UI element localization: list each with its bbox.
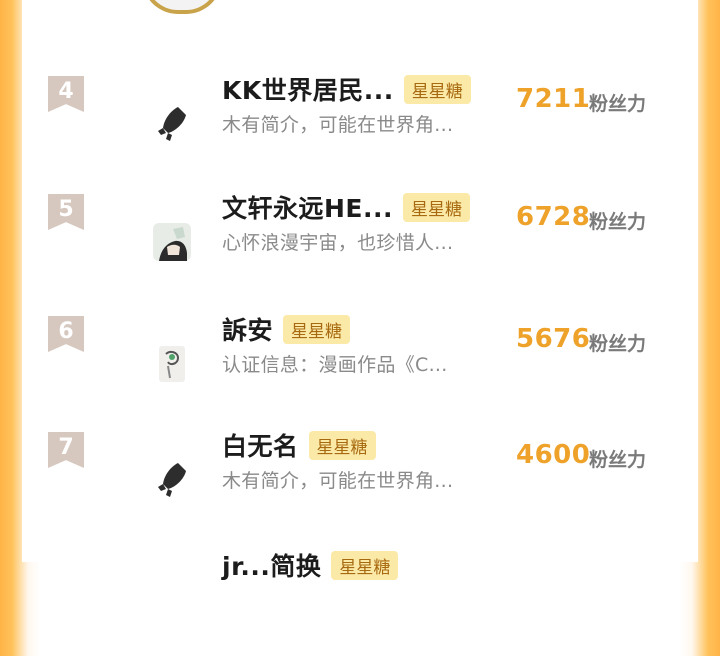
fan-power-score: 4600 [516, 440, 591, 470]
name-line: KK世界居民... 星星糖 [222, 70, 471, 108]
fan-power-label: 粉丝力 [589, 333, 647, 355]
fan-power-score: 6728 [516, 202, 591, 232]
user-description: 心怀浪漫宇宙，也珍惜人... [222, 232, 454, 254]
anime-character-icon [153, 223, 191, 261]
ranking-panel: 4 KK世界居民... 星星糖 木有简介，可能在世界角... 7211 粉丝力 … [22, 0, 698, 581]
ranking-row[interactable]: jr...简换 星星糖 [22, 546, 698, 656]
user-name[interactable]: jr...简换 [222, 547, 321, 583]
sketch-character-icon [159, 346, 185, 382]
user-description: 木有简介，可能在世界角... [222, 114, 454, 136]
user-description: 认证信息：漫画作品《C... [222, 354, 448, 376]
fan-power-score: 5676 [516, 324, 591, 354]
user-name[interactable]: 訴安 [222, 311, 273, 347]
ranking-row[interactable]: 6 訴安 星星糖 认证信息：漫画作品《C... 5676 粉丝力 [22, 310, 698, 420]
anime-avatar[interactable] [152, 222, 192, 262]
rank-badge: 5 [48, 194, 84, 230]
rank-badge: 4 [48, 76, 84, 112]
user-tag: 星星糖 [331, 550, 399, 580]
ranking-row[interactable]: 7 白无名 星星糖 木有简介，可能在世界角... 4600 粉丝力 [22, 426, 698, 536]
top-rank-avatar[interactable] [142, 0, 222, 14]
user-description: 木有简介，可能在世界角... [222, 470, 454, 492]
ranking-row[interactable]: 4 KK世界居民... 星星糖 木有简介，可能在世界角... 7211 粉丝力 [22, 70, 698, 180]
user-name[interactable]: 白无名 [222, 427, 299, 463]
ranking-row[interactable]: 5 文轩永远HE... 星星糖 心怀浪漫宇宙，也珍惜人... 6728 粉丝力 [22, 188, 698, 298]
rank-badge: 6 [48, 316, 84, 352]
user-tag: 星星糖 [308, 430, 376, 460]
rocket-icon [158, 463, 186, 497]
name-line: 文轩永远HE... 星星糖 [222, 188, 470, 226]
user-name[interactable]: KK世界居民... [222, 71, 394, 107]
name-line: jr...简换 星星糖 [222, 546, 399, 584]
fan-power-label: 粉丝力 [589, 211, 647, 233]
rocket-avatar[interactable] [152, 460, 192, 500]
rank-badge: 7 [48, 432, 84, 468]
rocket-icon [158, 107, 186, 141]
user-tag: 星星糖 [403, 192, 470, 222]
sketch-avatar[interactable] [152, 344, 192, 384]
fan-power-score: 7211 [516, 84, 591, 114]
fan-power-label: 粉丝力 [589, 449, 647, 471]
user-name[interactable]: 文轩永远HE... [222, 189, 393, 225]
name-line: 白无名 星星糖 [222, 426, 376, 464]
user-tag: 星星糖 [283, 314, 351, 344]
name-line: 訴安 星星糖 [222, 310, 351, 348]
rocket-avatar[interactable] [152, 104, 192, 144]
fan-power-label: 粉丝力 [589, 93, 647, 115]
user-tag: 星星糖 [403, 74, 471, 104]
